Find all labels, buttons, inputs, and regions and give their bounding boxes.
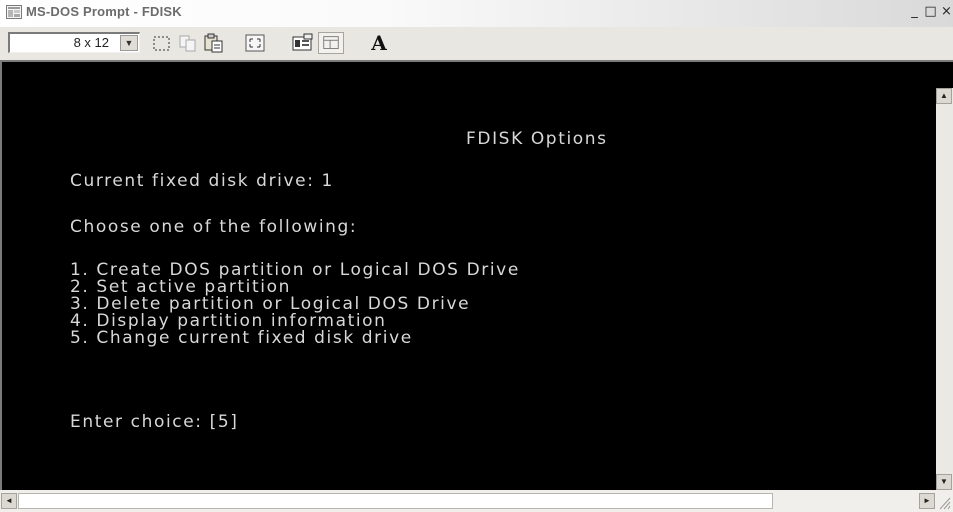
scroll-down-icon[interactable]: ▼ bbox=[936, 474, 952, 490]
current-drive-line: Current fixed disk drive: 1 bbox=[70, 171, 334, 191]
scroll-up-icon[interactable]: ▲ bbox=[936, 88, 952, 104]
ms-dos-icon bbox=[6, 5, 22, 19]
mark-icon[interactable] bbox=[150, 32, 174, 54]
font-icon[interactable]: A bbox=[366, 32, 392, 54]
console-title: FDISK Options bbox=[466, 129, 608, 149]
option-5: 5. Change current fixed disk drive bbox=[70, 328, 413, 348]
chevron-down-icon[interactable]: ▼ bbox=[120, 35, 138, 51]
scroll-right-icon[interactable]: ► bbox=[919, 493, 935, 509]
properties-icon[interactable] bbox=[290, 32, 316, 54]
font-size-value: 8 x 12 bbox=[73, 35, 109, 50]
font-size-select[interactable]: 8 x 12 ▼ bbox=[8, 32, 140, 53]
resize-grip-icon[interactable] bbox=[937, 494, 951, 510]
copy-icon[interactable] bbox=[176, 32, 200, 54]
window-title: MS-DOS Prompt - FDISK bbox=[26, 4, 182, 19]
background-icon[interactable] bbox=[318, 32, 344, 54]
title-bar[interactable]: MS-DOS Prompt - FDISK _ □ × bbox=[0, 0, 953, 27]
maximize-button[interactable]: □ bbox=[924, 5, 937, 19]
minimize-button[interactable]: _ bbox=[908, 5, 921, 19]
console-area[interactable]: FDISK Options Current fixed disk drive: … bbox=[0, 60, 953, 490]
ms-dos-prompt-window: MS-DOS Prompt - FDISK _ □ × 8 x 12 ▼ A F… bbox=[0, 0, 953, 512]
toolbar: 8 x 12 ▼ A bbox=[0, 27, 953, 60]
horizontal-scrollbar[interactable]: ◄ ► bbox=[0, 490, 953, 512]
close-button[interactable]: × bbox=[940, 5, 953, 19]
horizontal-scroll-thumb[interactable] bbox=[18, 493, 773, 509]
full-screen-icon[interactable] bbox=[242, 32, 268, 54]
paste-icon[interactable] bbox=[202, 32, 226, 54]
vertical-scrollbar[interactable]: ▲ ▼ bbox=[936, 88, 953, 490]
choose-prompt: Choose one of the following: bbox=[70, 217, 358, 237]
enter-choice-line: Enter choice: [5] bbox=[70, 412, 239, 432]
scroll-left-icon[interactable]: ◄ bbox=[1, 493, 17, 509]
